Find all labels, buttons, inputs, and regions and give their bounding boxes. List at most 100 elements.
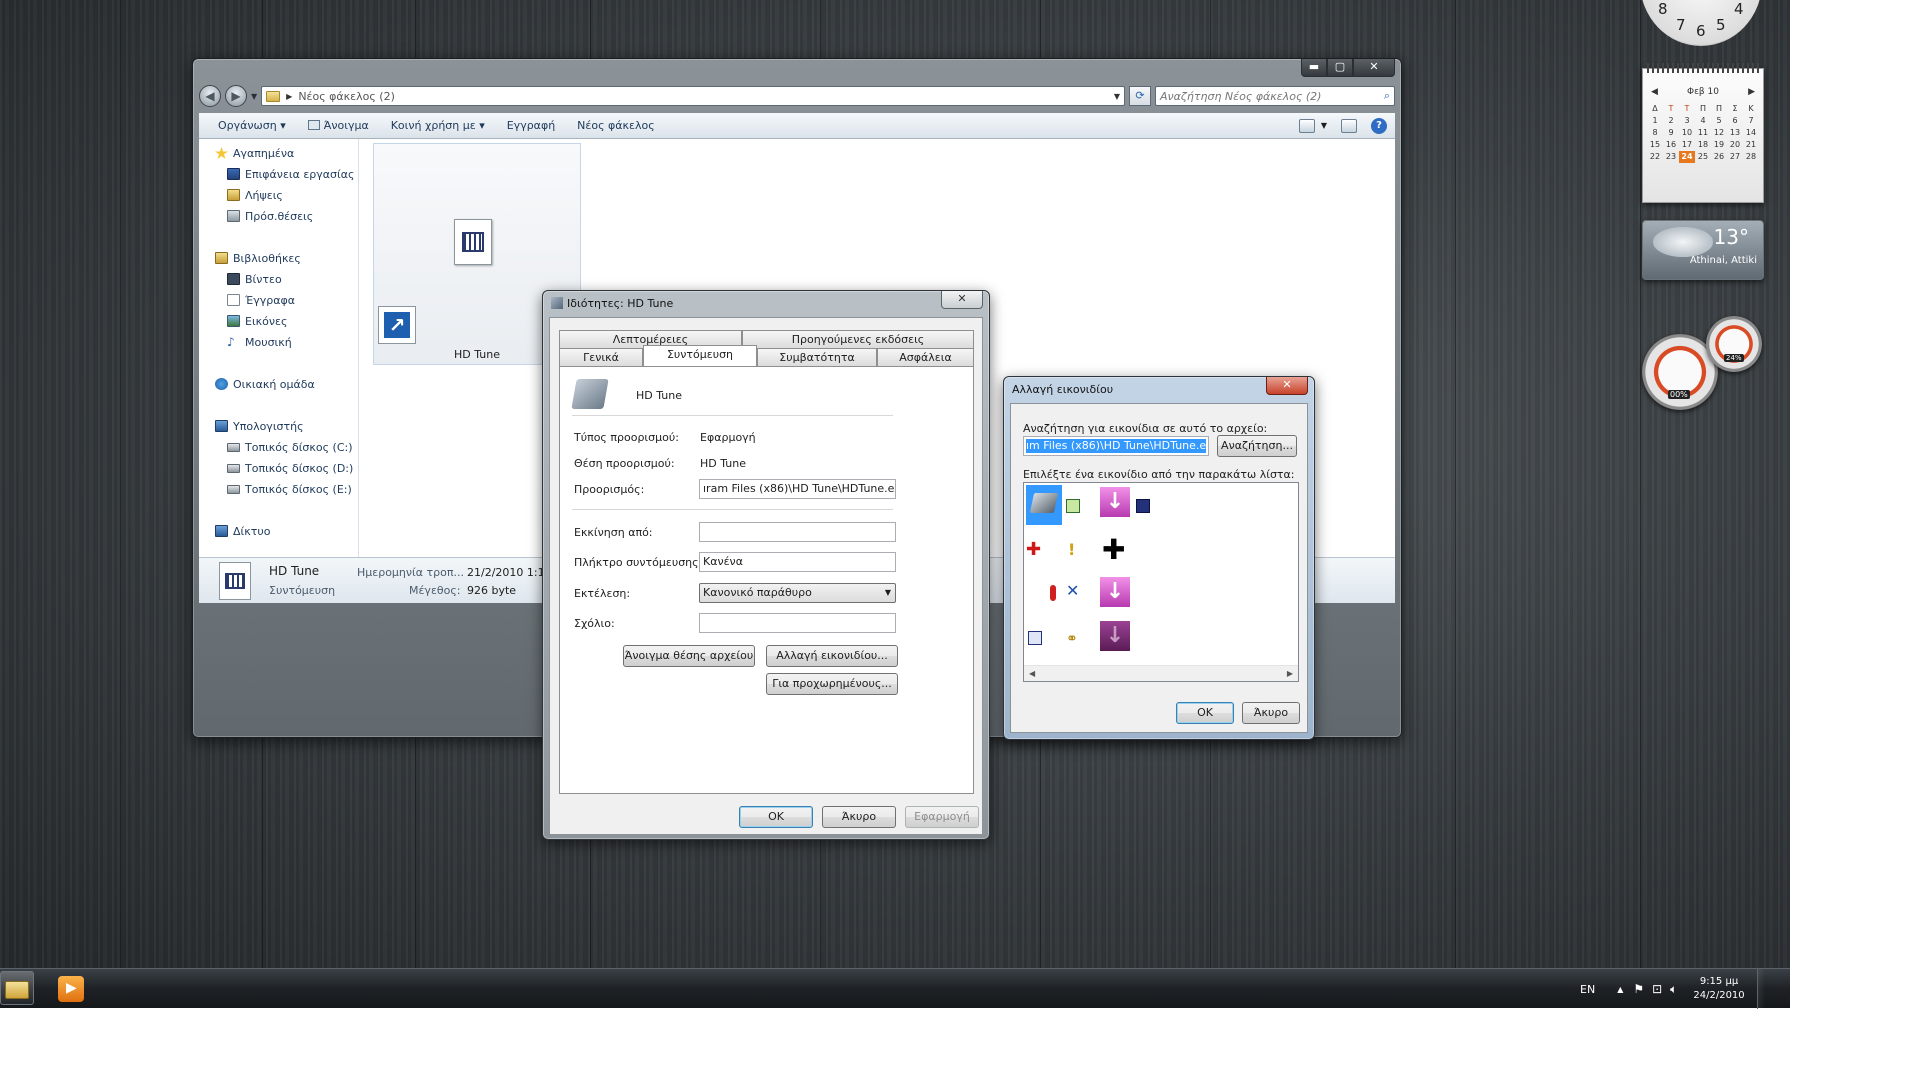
calendar-day[interactable]: 28 [1743, 151, 1759, 163]
tab-shortcut[interactable]: Συντόμευση [643, 345, 757, 366]
new-folder-button[interactable]: Νέος φάκελος [566, 119, 666, 132]
apply-button[interactable]: Εφαρμογή [905, 806, 979, 828]
calendar-day[interactable]: 11 [1695, 127, 1711, 139]
explorer-taskbar-button[interactable] [0, 971, 34, 1005]
plus-icon[interactable]: ✚ [1026, 541, 1041, 559]
open-button[interactable]: Άνοιγμα [297, 119, 380, 132]
hdd-icon[interactable] [1026, 485, 1062, 525]
calendar-day[interactable]: 2 [1663, 115, 1679, 127]
link-icon[interactable]: ⚭ [1066, 631, 1078, 647]
tab-previous-versions[interactable]: Προηγούμενες εκδόσεις [742, 330, 974, 348]
help-button[interactable]: ? [1371, 117, 1387, 134]
language-indicator[interactable]: EN [1580, 983, 1595, 996]
tab-general[interactable]: Γενικά [559, 348, 643, 366]
calendar-day[interactable]: 20 [1727, 139, 1743, 151]
run-select[interactable]: Κανονικό παράθυρο ▼ [699, 583, 896, 603]
nav-computer[interactable]: Υπολογιστής [215, 417, 304, 435]
nav-disk-c[interactable]: Τοπικός δίσκος (C:) [227, 438, 353, 456]
prev-month-icon[interactable]: ◀ [1651, 87, 1658, 97]
address-dropdown-icon[interactable]: ▼ [1114, 92, 1120, 101]
media-player-taskbar-button[interactable]: ▶ [58, 976, 84, 1002]
show-desktop-button[interactable] [1756, 969, 1765, 1009]
calendar-day[interactable]: 24 [1679, 151, 1695, 163]
calendar-day[interactable]: 16 [1663, 139, 1679, 151]
start-in-field[interactable] [699, 522, 896, 542]
nav-documents[interactable]: Έγγραφα [227, 291, 295, 309]
change-view-button[interactable]: ▼ [1298, 118, 1327, 133]
calendar-day[interactable]: 12 [1711, 127, 1727, 139]
nav-network[interactable]: Δίκτυο [215, 522, 270, 540]
calendar-day[interactable]: 9 [1663, 127, 1679, 139]
close-button[interactable]: ✕ [941, 291, 983, 309]
search-input[interactable]: Αναζήτηση Νέος φάκελος (2) ⌕ [1155, 86, 1395, 106]
calendar-day[interactable]: 19 [1711, 139, 1727, 151]
next-month-icon[interactable]: ▶ [1748, 87, 1755, 97]
minimize-button[interactable]: ▬ [1301, 59, 1327, 77]
calendar-day[interactable]: 5 [1711, 115, 1727, 127]
hotkey-field[interactable]: Κανένα [699, 552, 896, 572]
scroll-left-icon[interactable]: ◀ [1029, 666, 1035, 681]
calendar-day[interactable]: 15 [1647, 139, 1663, 151]
comment-field[interactable] [699, 613, 896, 633]
down-arrow-icon[interactable]: ↓ [1100, 487, 1130, 517]
share-button[interactable]: Κοινή χρήση με ▾ [380, 119, 496, 132]
nav-homegroup[interactable]: Οικιακή ομάδα [215, 375, 315, 393]
calendar-day[interactable]: 14 [1743, 127, 1759, 139]
maximize-button[interactable]: ▢ [1327, 59, 1353, 77]
organize-button[interactable]: Οργάνωση ▾ [207, 119, 297, 132]
warning-icon[interactable]: ! [1068, 541, 1075, 559]
copy-icon[interactable] [1066, 499, 1080, 513]
cancel-button[interactable]: Άκυρο [822, 806, 896, 828]
icon-list[interactable]: ↓ ✚ ! ✚ ✕ ↓ ⚭ ↓ ◀ ▶ [1023, 482, 1299, 682]
tab-compatibility[interactable]: Συμβατότητα [757, 348, 877, 366]
calendar-day[interactable]: 17 [1679, 139, 1695, 151]
burn-button[interactable]: Εγγραφή [496, 119, 566, 132]
calendar-day[interactable]: 25 [1695, 151, 1711, 163]
chevron-right-icon[interactable]: ▶ [286, 92, 292, 101]
calendar-day[interactable]: 26 [1711, 151, 1727, 163]
document-icon[interactable] [1028, 631, 1042, 645]
calendar-day[interactable]: 10 [1679, 127, 1695, 139]
calendar-day[interactable]: 22 [1647, 151, 1663, 163]
calendar-day[interactable]: 4 [1695, 115, 1711, 127]
change-icon-button[interactable]: Αλλαγή εικονιδίου... [766, 645, 898, 667]
target-field[interactable]: ıram Files (x86)\HD Tune\HDTune.exe" [699, 479, 896, 499]
calendar-day[interactable]: 27 [1727, 151, 1743, 163]
nav-favorites[interactable]: Αγαπημένα [215, 144, 294, 162]
refresh-button[interactable]: ⟳ [1129, 86, 1151, 106]
address-bar[interactable]: ▶ Νέος φάκελος (2) ▼ [261, 86, 1125, 106]
calendar-day[interactable]: 18 [1695, 139, 1711, 151]
down-arrow-icon[interactable]: ↓ [1100, 577, 1130, 607]
nav-disk-d[interactable]: Τοπικός δίσκος (D:) [227, 459, 353, 477]
network-icon[interactable]: ⊡ [1652, 982, 1662, 996]
close-button[interactable]: ✕ [1353, 59, 1395, 77]
volume-icon[interactable]: 🔈︎ [1670, 982, 1677, 997]
tab-security[interactable]: Ασφάλεια [877, 348, 974, 366]
action-center-flag-icon[interactable]: ⚑ [1633, 982, 1644, 996]
thermometer-icon[interactable] [1050, 585, 1056, 601]
scroll-right-icon[interactable]: ▶ [1287, 666, 1293, 681]
weather-gadget[interactable]: 13° Athinai, Attiki [1642, 220, 1764, 280]
calendar-day[interactable]: 1 [1647, 115, 1663, 127]
save-icon[interactable] [1136, 499, 1150, 513]
show-hidden-icons-icon[interactable]: ▲ [1617, 985, 1623, 994]
ok-button[interactable]: OK [1176, 702, 1234, 724]
nav-desktop[interactable]: Επιφάνεια εργασίας [227, 165, 354, 183]
close-button[interactable]: ✕ [1266, 377, 1308, 395]
ok-button[interactable]: OK [739, 806, 813, 828]
back-button[interactable]: ◀ [199, 85, 221, 107]
clock[interactable]: 9:15 μμ 24/2/2010 [1693, 975, 1744, 1003]
nav-videos[interactable]: Βίντεο [227, 270, 282, 288]
forward-button[interactable]: ▶ [225, 85, 247, 107]
nav-music[interactable]: ♪ Μουσική [227, 333, 292, 351]
advanced-button[interactable]: Για προχωρημένους... [766, 673, 898, 695]
open-file-location-button[interactable]: Άνοιγμα θέσης αρχείου [623, 645, 755, 667]
search-icon[interactable]: ⌕ [1384, 89, 1390, 103]
calendar-day[interactable]: 23 [1663, 151, 1679, 163]
nav-libraries[interactable]: Βιβλιοθήκες [215, 249, 301, 267]
nav-pictures[interactable]: Εικόνες [227, 312, 287, 330]
calendar-day[interactable]: 21 [1743, 139, 1759, 151]
nav-recent[interactable]: Πρόσ.θέσεις [227, 207, 313, 225]
horizontal-scrollbar[interactable]: ◀ ▶ [1024, 665, 1298, 681]
clock-gadget[interactable]: 8 7 6 5 4 [1640, 0, 1762, 46]
